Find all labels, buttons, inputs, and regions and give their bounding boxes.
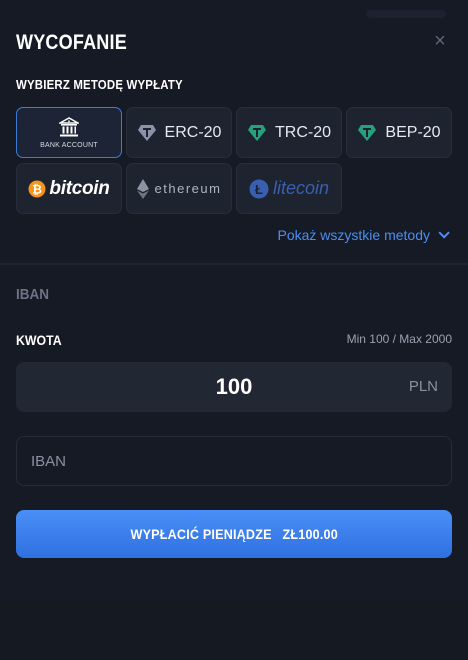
method-label: BEP-20 bbox=[385, 123, 441, 141]
svg-text:Ł: Ł bbox=[255, 182, 263, 197]
withdraw-button-label: WYPŁACIĆ PIENIĄDZE ZŁ100.00 bbox=[130, 526, 337, 542]
section-divider bbox=[0, 263, 468, 265]
litecoin-icon: Ł bbox=[249, 179, 269, 198]
amount-input[interactable] bbox=[16, 362, 452, 412]
tether-icon bbox=[137, 124, 156, 141]
withdraw-button[interactable]: WYPŁACIĆ PIENIĄDZE ZŁ100.00 bbox=[16, 510, 452, 558]
amount-limits: Min 100 / Max 2000 bbox=[346, 332, 452, 346]
amount-field: PLN bbox=[16, 362, 452, 412]
iban-heading: IBAN bbox=[16, 286, 50, 303]
method-label: ethereum bbox=[154, 181, 222, 196]
withdraw-amount-text: ZŁ100.00 bbox=[282, 526, 338, 542]
amount-label: KWOTA bbox=[16, 332, 62, 348]
method-label: ERC-20 bbox=[164, 123, 222, 141]
method-trc20[interactable]: TRC-20 bbox=[236, 107, 342, 158]
method-label: litecoin bbox=[272, 178, 330, 198]
method-bep20[interactable]: BEP-20 bbox=[346, 107, 452, 158]
method-erc20[interactable]: ERC-20 bbox=[126, 107, 232, 158]
svg-text:₿: ₿ bbox=[33, 182, 43, 196]
iban-input[interactable] bbox=[17, 437, 451, 485]
withdraw-label-text: WYPŁACIĆ PIENIĄDZE bbox=[130, 526, 272, 542]
method-label: bitcoin bbox=[49, 177, 110, 199]
bank-icon bbox=[59, 116, 79, 136]
chevron-down-icon bbox=[438, 227, 450, 239]
close-icon[interactable]: × bbox=[432, 31, 448, 51]
tether-icon bbox=[358, 124, 377, 141]
currency-label: PLN bbox=[408, 378, 438, 395]
method-bank-account[interactable]: BANK ACCOUNT bbox=[16, 107, 122, 158]
method-section-label: WYBIERZ METODĘ WYPŁATY bbox=[16, 77, 183, 92]
iban-field bbox=[16, 436, 452, 486]
show-all-label: Pokaż wszystkie metody bbox=[277, 227, 431, 243]
show-all-methods-link[interactable]: Pokaż wszystkie metody bbox=[277, 227, 450, 243]
footer-area bbox=[0, 600, 468, 660]
ethereum-icon bbox=[136, 178, 149, 199]
method-label: TRC-20 bbox=[274, 123, 331, 141]
method-label: BANK ACCOUNT bbox=[40, 141, 98, 149]
method-litecoin[interactable]: Ł litecoin bbox=[236, 163, 342, 214]
header-decoration bbox=[366, 10, 446, 18]
withdraw-dialog: WYCOFANIE × WYBIERZ METODĘ WYPŁATY BANK … bbox=[0, 0, 468, 660]
dialog-title: WYCOFANIE bbox=[16, 31, 127, 54]
tether-icon bbox=[247, 124, 266, 141]
method-ethereum[interactable]: ethereum bbox=[126, 163, 232, 214]
method-bitcoin[interactable]: ₿ bitcoin bbox=[16, 163, 122, 214]
bitcoin-icon: ₿ bbox=[28, 180, 46, 197]
